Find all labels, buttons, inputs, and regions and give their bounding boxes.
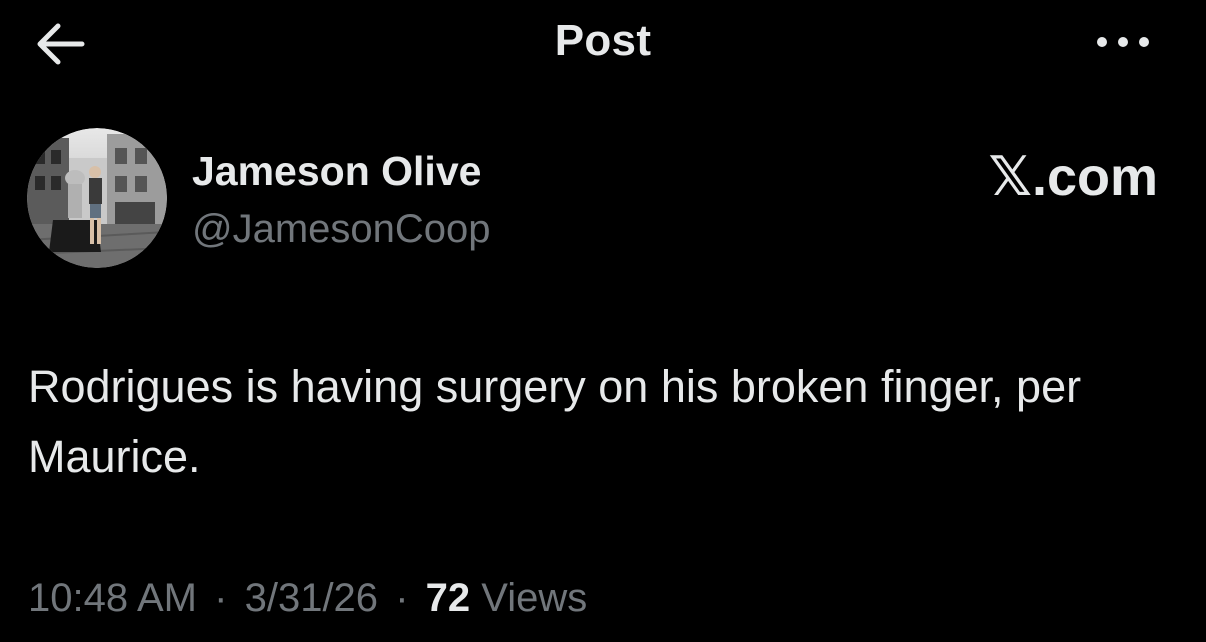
post-time[interactable]: 10:48 AM <box>28 576 197 620</box>
post-text: Rodrigues is having surgery on his broke… <box>28 361 1082 482</box>
post-date[interactable]: 3/31/26 <box>245 576 378 620</box>
views-label: Views <box>481 576 588 620</box>
author-handle[interactable]: @JamesonCoop <box>192 204 491 254</box>
top-bar: Post <box>0 0 1206 90</box>
meta-separator: · <box>214 576 228 620</box>
post-metadata: 10:48 AM · 3/31/26 · 72 Views <box>28 572 587 624</box>
author-display-name[interactable]: Jameson Olive <box>192 146 491 196</box>
xcom-watermark: 𝕏.com <box>988 147 1158 207</box>
views-count: 72 <box>425 576 471 620</box>
more-horizontal-icon <box>1097 37 1149 47</box>
profile-photo-image <box>27 128 167 268</box>
meta-separator: · <box>395 576 409 620</box>
page-title: Post <box>554 16 652 65</box>
more-options-button[interactable] <box>1088 22 1158 62</box>
author-info: Jameson Olive @JamesonCoop <box>192 146 491 254</box>
avatar[interactable] <box>27 128 167 268</box>
